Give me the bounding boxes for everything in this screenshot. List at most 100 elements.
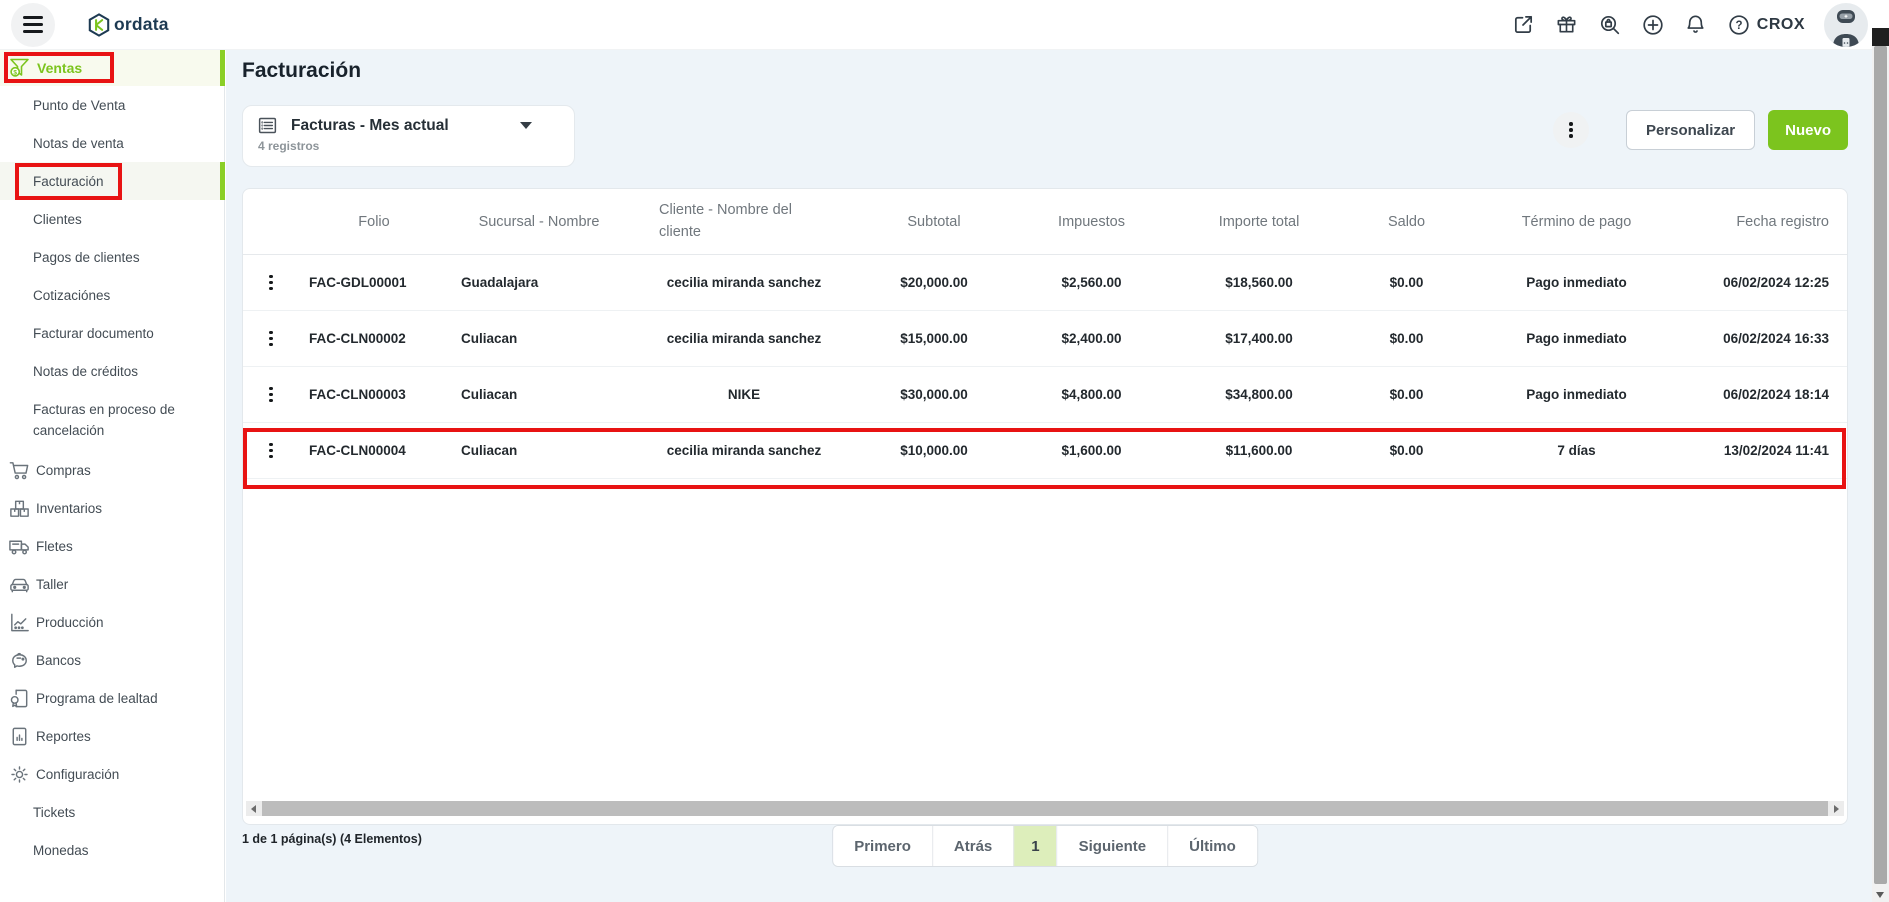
sidebar-item-configuracion[interactable]: Configuración	[0, 756, 224, 794]
kebab-icon	[1569, 122, 1573, 126]
table-row[interactable]: FAC-GDL00001 Guadalajara cecilia miranda…	[243, 255, 1847, 311]
add-button[interactable]	[1641, 13, 1665, 37]
hamburger-icon	[23, 16, 43, 19]
pagination-prev[interactable]: Atrás	[932, 826, 1013, 866]
avatar[interactable]	[1824, 3, 1868, 47]
column-header-termino-de-pago[interactable]: Término de pago	[1469, 189, 1684, 254]
horizontal-scrollbar[interactable]	[246, 801, 1844, 816]
column-header-saldo[interactable]: Saldo	[1344, 189, 1469, 254]
sidebar-item-label: Ventas	[37, 60, 82, 76]
table-row-highlighted[interactable]: FAC-CLN00004 Culiacan cecilia miranda sa…	[243, 423, 1847, 479]
external-link-button[interactable]	[1512, 13, 1536, 37]
more-options-button[interactable]	[1553, 112, 1589, 148]
list-view-icon	[257, 115, 278, 136]
pagination-next[interactable]: Siguiente	[1057, 826, 1168, 866]
column-header-subtotal[interactable]: Subtotal	[859, 189, 1009, 254]
table-header: Folio Sucursal - Nombre Cliente - Nombre…	[243, 189, 1847, 255]
sidebar-item-notas-de-venta[interactable]: Notas de venta	[0, 124, 224, 162]
menu-button[interactable]	[11, 3, 55, 47]
topbar: ordata	[0, 0, 1889, 50]
sidebar-item-facturacion[interactable]: Facturación	[0, 162, 224, 200]
vertical-scrollbar-top	[1872, 28, 1889, 46]
table-row[interactable]: FAC-CLN00003 Culiacan NIKE $30,000.00 $4…	[243, 367, 1847, 423]
personalize-button[interactable]: Personalizar	[1626, 110, 1755, 150]
sidebar-item-taller[interactable]: Taller	[0, 566, 224, 604]
cart-icon	[8, 459, 31, 482]
gift-button[interactable]	[1555, 13, 1579, 37]
row-actions-button[interactable]	[243, 311, 299, 366]
scroll-left-arrow[interactable]	[246, 801, 261, 816]
logo-hexagon-icon	[86, 12, 112, 38]
page-title: Facturación	[242, 59, 1848, 83]
row-actions-button[interactable]	[243, 255, 299, 310]
horizontal-scrollbar-thumb[interactable]	[262, 801, 1828, 816]
sidebar-item-notas-de-creditos[interactable]: Notas de créditos	[0, 352, 224, 390]
plus-circle-icon	[1641, 13, 1665, 37]
app-logo[interactable]: ordata	[86, 12, 169, 38]
sidebar-item-cotizaciones[interactable]: Cotizaciónes	[0, 276, 224, 314]
svg-text:$: $	[13, 69, 17, 76]
row-actions-button[interactable]	[243, 367, 299, 422]
chevron-down-icon	[520, 122, 532, 129]
invoices-table: Folio Sucursal - Nombre Cliente - Nombre…	[242, 188, 1848, 825]
bell-icon	[1684, 13, 1707, 36]
view-selector[interactable]: Facturas - Mes actual 4 registros	[242, 105, 575, 167]
factory-chart-icon	[8, 611, 31, 634]
table-row[interactable]: FAC-CLN00002 Culiacan cecilia miranda sa…	[243, 311, 1847, 367]
question-circle-icon: ?	[1727, 13, 1751, 37]
svg-text:?: ?	[1735, 20, 1742, 32]
sidebar-item-inventarios[interactable]: Inventarios	[0, 490, 224, 528]
sidebar-item-bancos[interactable]: Bancos	[0, 642, 224, 680]
record-count: 4 registros	[258, 139, 560, 153]
report-document-icon	[8, 725, 31, 748]
sidebar-item-monedas[interactable]: Monedas	[0, 832, 224, 870]
pagination-first[interactable]: Primero	[833, 826, 932, 866]
pagination-current-page[interactable]: 1	[1013, 826, 1056, 866]
view-selector-label: Facturas - Mes actual	[291, 117, 449, 135]
sidebar-item-programa-de-lealtad[interactable]: Programa de lealtad	[0, 680, 224, 718]
sidebar: $ Ventas Punto de Venta Notas de venta F…	[0, 50, 225, 902]
scroll-right-arrow[interactable]	[1829, 801, 1844, 816]
sidebar-item-pagos-de-clientes[interactable]: Pagos de clientes	[0, 238, 224, 276]
car-icon	[8, 573, 31, 596]
sidebar-item-compras[interactable]: Compras	[0, 452, 224, 490]
piggy-bank-icon	[8, 649, 31, 672]
sidebar-item-tickets[interactable]: Tickets	[0, 794, 224, 832]
pagination-last[interactable]: Último	[1167, 826, 1257, 866]
external-link-icon	[1512, 13, 1535, 36]
column-header-importe-total[interactable]: Importe total	[1174, 189, 1344, 254]
new-button[interactable]: Nuevo	[1768, 110, 1848, 150]
sidebar-item-facturar-documento[interactable]: Facturar documento	[0, 314, 224, 352]
sidebar-item-produccion[interactable]: Producción	[0, 604, 224, 642]
header-actions: Personalizar Nuevo	[1553, 110, 1848, 150]
sidebar-item-punto-de-venta[interactable]: Punto de Venta	[0, 86, 224, 124]
logo-text: ordata	[114, 14, 169, 35]
pagination: Primero Atrás 1 Siguiente Último	[832, 825, 1258, 867]
column-header-cliente[interactable]: Cliente - Nombre del cliente	[629, 189, 859, 254]
truck-icon	[8, 535, 31, 558]
sidebar-item-clientes[interactable]: Clientes	[0, 200, 224, 238]
column-header-impuestos[interactable]: Impuestos	[1009, 189, 1174, 254]
main-content: Facturación Facturas - Mes actual 4 regi…	[226, 50, 1872, 902]
user-label: CROX	[1757, 16, 1805, 34]
help-button[interactable]: ?	[1727, 13, 1751, 37]
column-header-folio[interactable]: Folio	[299, 189, 449, 254]
sidebar-item-reportes[interactable]: Reportes	[0, 718, 224, 756]
notifications-button[interactable]	[1684, 13, 1708, 37]
scroll-down-arrow[interactable]	[1876, 892, 1884, 898]
loyalty-badge-icon	[8, 687, 31, 710]
boxes-icon	[8, 497, 31, 520]
sidebar-item-fletes[interactable]: Fletes	[0, 528, 224, 566]
search-button[interactable]	[1598, 13, 1622, 37]
column-header-sucursal[interactable]: Sucursal - Nombre	[449, 189, 629, 254]
sidebar-item-ventas[interactable]: $ Ventas	[0, 50, 224, 86]
vertical-scrollbar-thumb[interactable]	[1874, 46, 1887, 884]
vertical-scrollbar[interactable]	[1872, 28, 1889, 902]
row-actions-button[interactable]	[243, 423, 299, 478]
app-root: ordata	[0, 0, 1889, 902]
gear-icon	[8, 763, 31, 786]
search-icon	[1598, 13, 1622, 37]
sidebar-item-facturas-en-proceso[interactable]: Facturas en proceso de cancelación	[0, 390, 224, 452]
column-header-fecha-registro[interactable]: Fecha registro	[1684, 189, 1847, 254]
topbar-actions: ? CROX	[1512, 3, 1868, 47]
